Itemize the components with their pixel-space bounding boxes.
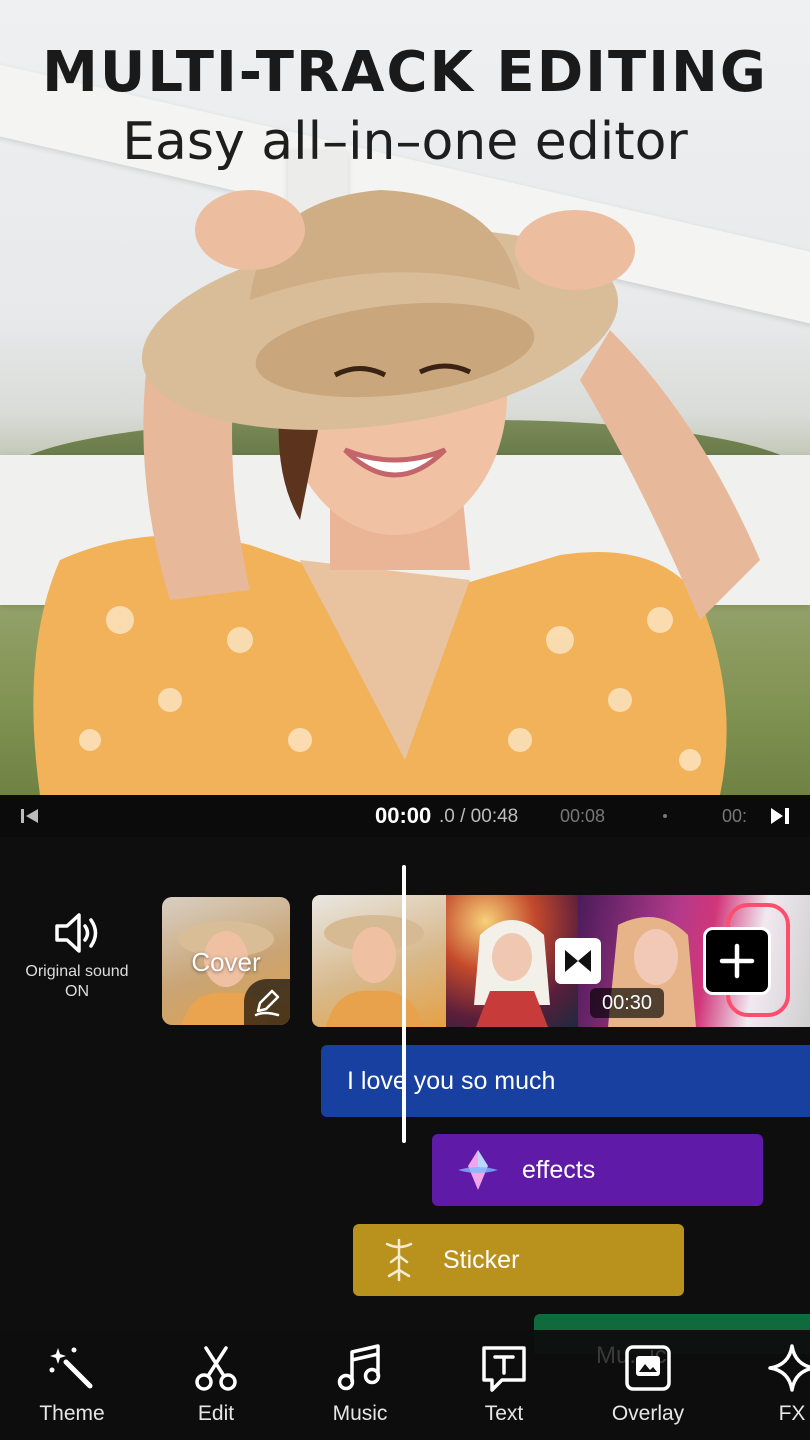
bottom-toolbar: Mu...ic Theme Edit Music Text Overlay FX (0, 1330, 810, 1440)
sparkle-icon (768, 1344, 810, 1392)
tool-text[interactable]: Text (444, 1342, 564, 1426)
skip-start-icon[interactable] (18, 805, 42, 827)
tool-fx-label: FX (778, 1402, 806, 1425)
scissors-icon (195, 1346, 237, 1391)
ruler-tick: 00:08 (560, 806, 606, 826)
ruler-dot (663, 814, 667, 818)
cover-edit-button[interactable] (244, 979, 290, 1025)
crystal-effect-icon (458, 1150, 498, 1190)
tool-edit[interactable]: Edit (156, 1342, 276, 1426)
cover-label: Cover (191, 947, 261, 977)
playhead[interactable] (402, 865, 406, 1143)
tool-overlay-label: Overlay (611, 1402, 685, 1425)
text-track-label: I love you so much (347, 1067, 556, 1095)
tool-edit-label: Edit (197, 1402, 235, 1425)
sound-label-line2: ON (65, 983, 89, 1000)
transition-button[interactable] (555, 938, 601, 984)
original-sound-toggle[interactable]: Original sound ON (10, 910, 144, 1010)
tool-text-label: Text (484, 1402, 524, 1425)
sticker-track-label: Sticker (443, 1246, 520, 1274)
time-bar: 00:00 .0 / 00:48 00:08 00: (0, 795, 810, 837)
text-track[interactable]: I love you so much (321, 1045, 810, 1117)
speaker-icon (55, 913, 98, 953)
plus-icon (719, 943, 755, 979)
music-note-icon (337, 1344, 381, 1391)
total-time: .0 / 00:48 (439, 806, 519, 827)
cover-thumbnail[interactable]: Cover (162, 897, 290, 1025)
ruler-tick: 00: (722, 806, 748, 826)
tool-music-label: Music (332, 1402, 388, 1425)
effects-track-label: effects (522, 1156, 596, 1184)
pen-icon (254, 989, 280, 1017)
video-clip-1[interactable] (312, 895, 446, 1027)
magic-wand-icon (49, 1347, 93, 1389)
sticker-icon (385, 1238, 413, 1282)
tool-fx[interactable]: FX (732, 1342, 810, 1426)
add-clip-button[interactable] (703, 927, 771, 995)
video-preview[interactable]: MULTI-TRACK EDITING Easy all–in–one edit… (0, 0, 810, 795)
tool-theme-label: Theme (39, 1402, 105, 1425)
tool-theme[interactable]: Theme (12, 1342, 132, 1426)
promo-subline: Easy all–in–one editor (122, 112, 688, 172)
overlay-icon (625, 1345, 671, 1391)
effects-track[interactable]: effects (432, 1134, 763, 1206)
promo-headline: MULTI-TRACK EDITING (42, 40, 768, 105)
text-bubble-icon (482, 1346, 526, 1392)
clip-duration-badge: 00:30 (590, 988, 664, 1018)
play-next-icon[interactable] (768, 805, 792, 827)
clip-1-thumbnail (324, 915, 424, 1027)
current-time: 00:00 (375, 803, 432, 828)
sound-label-line1: Original sound (25, 963, 129, 980)
bowtie-icon (565, 950, 591, 972)
tool-overlay[interactable]: Overlay (588, 1342, 708, 1426)
tool-music[interactable]: Music (300, 1342, 420, 1426)
sticker-track[interactable]: Sticker (353, 1224, 684, 1296)
